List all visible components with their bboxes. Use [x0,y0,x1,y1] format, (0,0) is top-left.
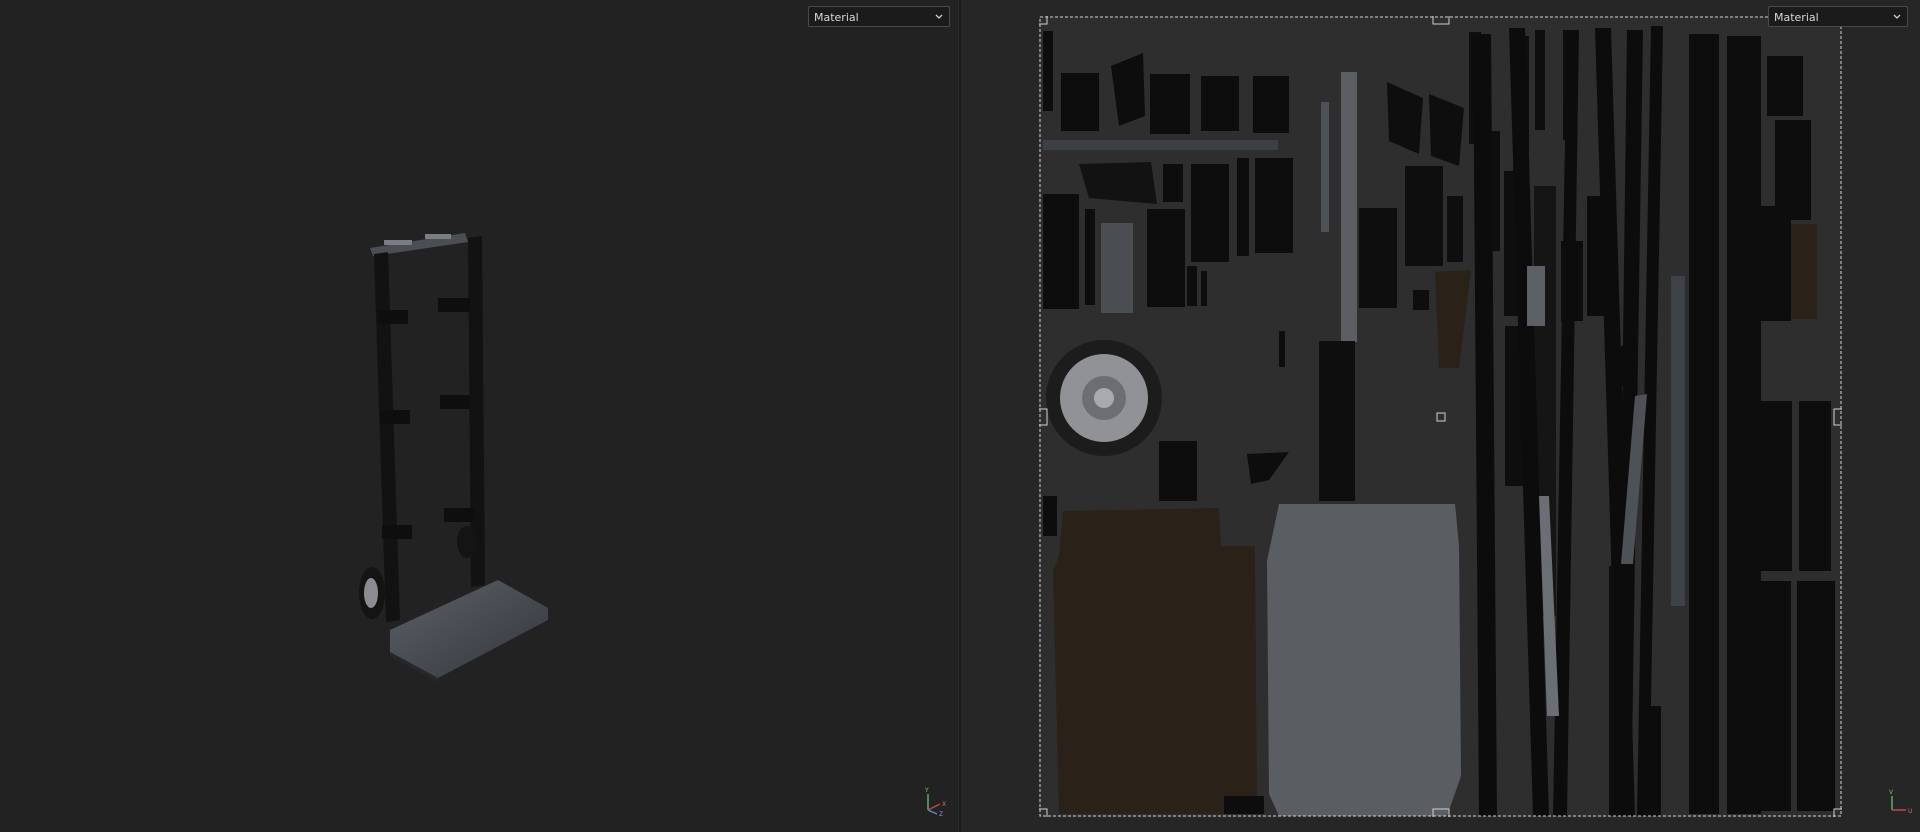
axis-gizmo-icon: Y X Z [924,787,946,816]
dropdown-label: Material [1774,11,1819,24]
brown-uv-island [1053,508,1257,814]
dropdown-label: Material [814,11,859,24]
base-plate-uv-island [1267,504,1461,816]
axis-v-label: V [1889,789,1894,796]
3d-viewport[interactable]: Material Y X Z [0,0,958,832]
axis-x-label: X [942,801,946,808]
chevron-down-icon [1893,14,1901,19]
uv-viewport[interactable]: Material V U [961,0,1920,832]
chevron-down-icon [935,14,943,19]
uv-axis-icon: V U [1889,789,1912,815]
axis-u-label: U [1908,808,1912,815]
material-dropdown-uv[interactable]: Material [1768,6,1908,27]
axis-y-label: Y [924,787,929,794]
wheel-uv-island [1046,340,1162,456]
material-dropdown-3d[interactable]: Material [808,6,950,27]
uv-layout[interactable] [1039,16,1842,817]
axis-z-label: Z [939,811,943,816]
hand-truck-model[interactable] [340,220,580,690]
